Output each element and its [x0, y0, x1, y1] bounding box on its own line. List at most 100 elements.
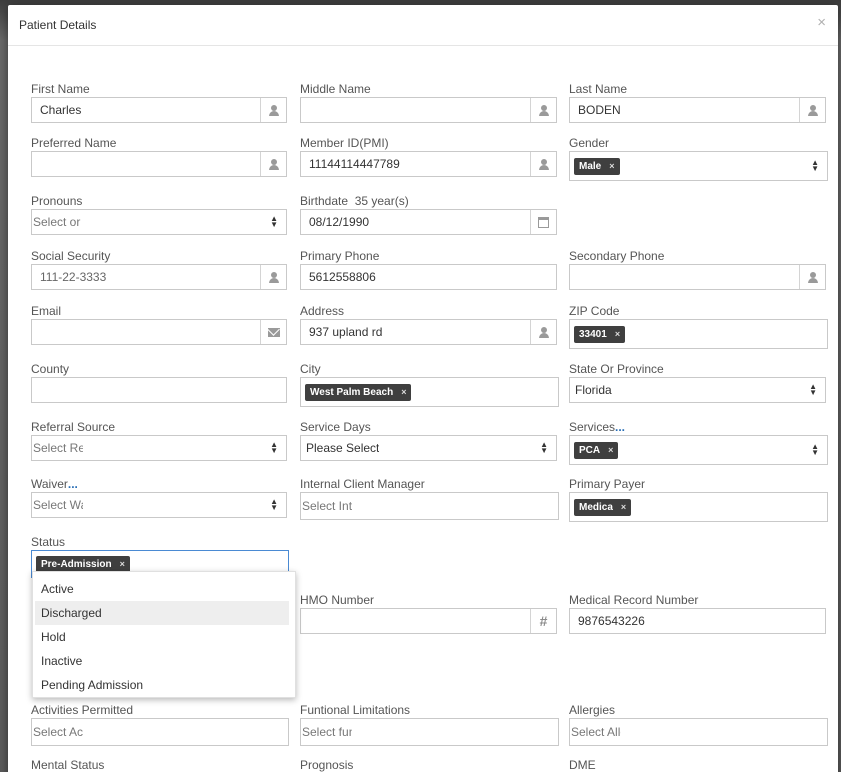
birthdate-age: 35 year(s): [354, 194, 409, 208]
select-arrows-icon: ▲ ▼: [270, 214, 278, 229]
waiver-label-text: Waiver: [31, 477, 68, 491]
modal-title: Patient Details: [19, 18, 97, 32]
services-more-link[interactable]: ...: [615, 420, 625, 434]
hash-icon: #: [530, 609, 556, 633]
member-id-value: 11144114447789: [309, 157, 400, 171]
birthdate-field: Birthdate 35 year(s) 08/12/1990: [300, 194, 557, 235]
state-value: Florida: [575, 383, 612, 397]
county-input[interactable]: [31, 377, 287, 403]
select-arrows-icon: ▲ ▼: [540, 440, 548, 455]
referral-source-placeholder: Select Ref: [33, 441, 83, 455]
city-label: City: [300, 362, 321, 376]
member-id-field: Member ID(PMI) 11144114447789: [300, 136, 557, 177]
last-name-input[interactable]: BODEN: [569, 97, 826, 123]
status-option-discharged[interactable]: Discharged: [35, 601, 289, 625]
status-tag: Pre-Admission ×: [36, 555, 130, 573]
mental-status-field: Mental Status: [31, 758, 289, 772]
allergies-label: Allergies: [569, 703, 616, 717]
internal-client-manager-field: Internal Client Manager Select Int: [300, 477, 559, 520]
functional-limitations-select[interactable]: Select fun: [300, 718, 559, 746]
state-field: State Or Province Florida ▲ ▼: [569, 362, 826, 403]
primary-phone-field: Primary Phone 5612558806: [300, 249, 557, 290]
hmo-number-input[interactable]: #: [300, 608, 557, 634]
status-option-hold[interactable]: Hold: [35, 625, 289, 649]
select-arrows-icon: ▲ ▼: [811, 158, 819, 173]
select-arrows-icon: ▲ ▼: [270, 440, 278, 455]
secondary-phone-input[interactable]: [569, 264, 826, 290]
user-icon: [260, 98, 286, 122]
first-name-label: First Name: [31, 82, 90, 96]
activities-permitted-label: Activities Permitted: [31, 703, 134, 717]
preferred-name-label: Preferred Name: [31, 136, 117, 150]
calendar-icon[interactable]: [530, 210, 556, 234]
zip-code-label: ZIP Code: [569, 304, 620, 318]
referral-source-select[interactable]: Select Ref ▲ ▼: [31, 435, 287, 461]
gender-field: Gender Male × ▲ ▼: [569, 136, 828, 181]
activities-permitted-select[interactable]: Select Act: [31, 718, 289, 746]
address-label: Address: [300, 304, 345, 318]
services-label-text: Services: [569, 420, 616, 434]
tag-remove-icon[interactable]: ×: [609, 161, 614, 171]
social-security-input[interactable]: 111-22-3333: [31, 264, 287, 290]
waiver-select[interactable]: Select Wa ▲ ▼: [31, 492, 287, 518]
medical-record-number-field: Medical Record Number 9876543226: [569, 593, 826, 634]
email-field: Email: [31, 304, 287, 345]
primary-phone-label: Primary Phone: [300, 249, 380, 263]
preferred-name-input[interactable]: [31, 151, 287, 177]
primary-payer-select[interactable]: Medica ×: [569, 492, 828, 522]
primary-phone-input[interactable]: 5612558806: [300, 264, 557, 290]
social-security-value: 111-22-3333: [40, 270, 107, 284]
gender-select[interactable]: Male × ▲ ▼: [569, 151, 828, 181]
primary-payer-tag-label: Medica: [579, 501, 613, 513]
waiver-field: Waiver... Select Wa ▲ ▼: [31, 477, 287, 518]
primary-payer-label: Primary Payer: [569, 477, 646, 491]
services-select[interactable]: PCA × ▲ ▼: [569, 435, 828, 465]
medical-record-number-label: Medical Record Number: [569, 593, 699, 607]
status-option-inactive[interactable]: Inactive: [35, 649, 289, 673]
city-select[interactable]: West Palm Beach ×: [300, 377, 559, 407]
internal-client-manager-select[interactable]: Select Int: [300, 492, 559, 520]
birthdate-value: 08/12/1990: [309, 215, 370, 229]
hmo-number-field: HMO Number #: [300, 593, 557, 634]
zip-code-select[interactable]: 33401 ×: [569, 319, 828, 349]
state-select[interactable]: Florida ▲ ▼: [569, 377, 826, 403]
tag-remove-icon[interactable]: ×: [608, 445, 613, 455]
status-option-pending-admission[interactable]: Pending Admission: [35, 673, 289, 697]
tag-remove-icon[interactable]: ×: [120, 559, 125, 569]
last-name-value: BODEN: [578, 103, 621, 117]
allergies-field: Allergies Select Alle: [569, 703, 828, 746]
dme-label: DME: [569, 758, 596, 772]
medical-record-number-input[interactable]: 9876543226: [569, 608, 826, 634]
modal-header: Patient Details ×: [8, 5, 838, 46]
mental-status-label: Mental Status: [31, 758, 105, 772]
tag-remove-icon[interactable]: ×: [621, 502, 626, 512]
allergies-select[interactable]: Select Alle: [569, 718, 828, 746]
select-arrows-icon: ▲ ▼: [270, 497, 278, 512]
tag-remove-icon[interactable]: ×: [615, 329, 620, 339]
email-input[interactable]: [31, 319, 287, 345]
status-option-active[interactable]: Active: [35, 577, 289, 601]
gender-label: Gender: [569, 136, 610, 150]
prognosis-label: Prognosis: [300, 758, 354, 772]
prognosis-field: Prognosis: [300, 758, 559, 772]
address-input[interactable]: 937 upland rd: [300, 319, 557, 345]
birthdate-input[interactable]: 08/12/1990: [300, 209, 557, 235]
waiver-more-link[interactable]: ...: [68, 477, 78, 491]
first-name-input[interactable]: Charles: [31, 97, 287, 123]
pronouns-select[interactable]: Select or ( ▲ ▼: [31, 209, 287, 235]
tag-remove-icon[interactable]: ×: [401, 387, 406, 397]
zip-code-field: ZIP Code 33401 ×: [569, 304, 828, 349]
close-icon[interactable]: ×: [817, 15, 826, 30]
service-days-select[interactable]: Please Select ▲ ▼: [300, 435, 557, 461]
last-name-label: Last Name: [569, 82, 628, 96]
zip-code-tag: 33401 ×: [574, 325, 626, 343]
primary-payer-field: Primary Payer Medica ×: [569, 477, 828, 522]
member-id-input[interactable]: 11144114447789: [300, 151, 557, 177]
secondary-phone-field: Secondary Phone: [569, 249, 826, 290]
envelope-icon: [260, 320, 286, 344]
middle-name-input[interactable]: [300, 97, 557, 123]
user-icon: [799, 98, 825, 122]
middle-name-field: Middle Name: [300, 82, 557, 123]
functional-limitations-label: Funtional Limitations: [300, 703, 411, 717]
functional-limitations-placeholder: Select fun: [302, 725, 352, 739]
